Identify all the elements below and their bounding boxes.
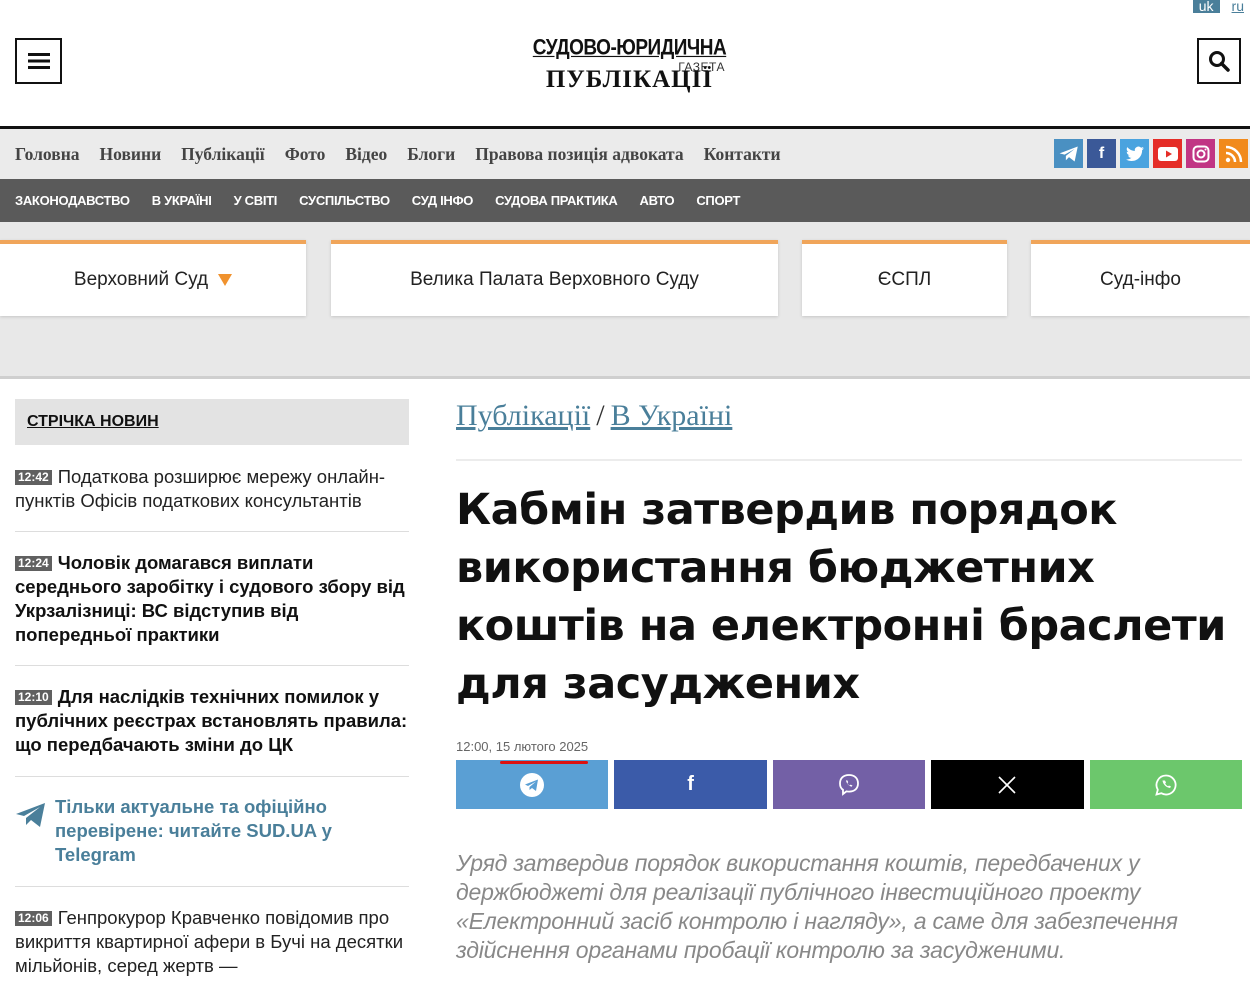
- tab-court-info[interactable]: Суд-інфо: [1031, 240, 1250, 316]
- news-headline: Для наслідків технічних помилок у публіч…: [15, 686, 408, 755]
- date-underline: [500, 761, 589, 764]
- breadcrumb-publications[interactable]: Публікації: [456, 399, 590, 432]
- tab-label: Велика Палата Верховного Суду: [410, 269, 699, 290]
- dropdown-triangle-icon: [218, 274, 233, 286]
- share-buttons: f: [456, 760, 1243, 809]
- share-viber-button[interactable]: [772, 760, 926, 809]
- news-headline: Генпрокурор Кравченко повідомив про викр…: [15, 907, 404, 976]
- article-date: 12:00, 15 лютого 2025: [456, 739, 589, 764]
- category-bar: ЗАКОНОДАВСТВО В УКРАЇНІ У СВІТІ СУСПІЛЬСТВО…: [0, 179, 1250, 222]
- telegram-promo-icon-wrap: [15, 795, 55, 867]
- social-links: f: [1054, 139, 1248, 168]
- twitter-icon[interactable]: [1120, 139, 1149, 168]
- share-telegram-button[interactable]: [456, 760, 609, 809]
- telegram-icon: [16, 803, 45, 827]
- category-item-4[interactable]: СУД ІНФО: [412, 193, 474, 208]
- telegram-icon: [520, 772, 545, 797]
- news-time: 12:24: [15, 556, 52, 571]
- news-feed-title[interactable]: СТРІЧКА НОВИН: [27, 413, 159, 431]
- telegram-icon[interactable]: [1054, 139, 1083, 168]
- news-headline: Чоловік домагався виплати середнього зар…: [15, 552, 405, 645]
- rss-icon[interactable]: [1219, 139, 1248, 168]
- tab-label: Верховний Суд: [73, 269, 209, 290]
- search-button[interactable]: [1197, 38, 1241, 84]
- tab-label: Суд-інфо: [1100, 269, 1181, 290]
- category-item-1[interactable]: В УКРАЇНІ: [152, 193, 212, 208]
- logo-line-2: ГАЗЕТА: [678, 60, 725, 74]
- news-item[interactable]: 12:06 Генпрокурор Кравченко повідомив про…: [15, 887, 409, 978]
- category-item-7[interactable]: СПОРТ: [696, 193, 740, 208]
- category-item-0[interactable]: ЗАКОНОДАВСТВО: [15, 193, 130, 208]
- tab-echr[interactable]: ЄСПЛ: [802, 240, 1007, 316]
- category-item-3[interactable]: СУСПІЛЬСТВО: [299, 193, 390, 208]
- news-time: 12:42: [15, 470, 52, 485]
- news-time: 12:10: [15, 690, 52, 705]
- site-logo[interactable]: СУДОВО-ЮРИДИЧНА ГАЗЕТА ПУБЛІКАЦІЇ: [532, 36, 727, 102]
- whatsapp-icon: [1155, 774, 1177, 796]
- news-item[interactable]: 12:10 Для наслідків технічних помилок у п…: [15, 666, 409, 777]
- nav-item-2[interactable]: Публікації: [181, 144, 265, 165]
- tab-grand-chamber[interactable]: Велика Палата Верховного Суду: [331, 240, 778, 316]
- nav-item-4[interactable]: Відео: [345, 144, 387, 165]
- court-tabs: Верховний Суд Велика Палата Верховного С…: [0, 222, 1250, 379]
- breadcrumb-separator: /: [596, 399, 605, 432]
- article-lead: Уряд затвердив порядок використання кошт…: [456, 850, 1178, 963]
- breadcrumb: Публікації / В Україні: [456, 399, 1242, 461]
- nav-item-7[interactable]: Контакти: [704, 144, 781, 165]
- share-facebook-button[interactable]: f: [614, 760, 767, 809]
- article-date-text: 12:00, 15 лютого 2025: [456, 739, 589, 754]
- news-item[interactable]: 12:24 Чоловік домагався виплати середньог…: [15, 532, 409, 666]
- breadcrumb-in-ukraine[interactable]: В Україні: [611, 399, 733, 432]
- viber-icon: [839, 773, 859, 796]
- facebook-icon: f: [687, 773, 694, 795]
- category-item-2[interactable]: У СВІТІ: [234, 193, 278, 208]
- news-headline: Податкова розширює мережу онлайн-пунктів…: [15, 466, 386, 511]
- news-feed-header: СТРІЧКА НОВИН: [15, 399, 409, 445]
- telegram-promo-text: Тільки актуальне та офіційно перевірене:…: [55, 796, 332, 865]
- x-icon: [998, 775, 1016, 794]
- category-item-5[interactable]: СУДОВА ПРАКТИКА: [495, 193, 618, 208]
- article: Публікації / В Україні Кабмін затвердив по…: [456, 399, 1243, 965]
- content-area: СТРІЧКА НОВИН 12:42 Податкова розширює ме…: [0, 379, 1250, 990]
- hamburger-icon: [27, 53, 50, 69]
- instagram-icon[interactable]: [1186, 139, 1215, 168]
- search-icon: [1209, 51, 1230, 72]
- article-title: Кабмін затвердив порядок використання бю…: [456, 485, 1226, 709]
- logo-line-1: СУДОВО-ЮРИДИЧНА: [532, 36, 727, 61]
- main-nav: Головна Новини Публікації Фото Відео Блоги Пра…: [0, 126, 1250, 179]
- nav-item-5[interactable]: Блоги: [407, 144, 455, 165]
- tab-label: ЄСПЛ: [877, 269, 932, 290]
- nav-item-6[interactable]: Правова позиція адвоката: [475, 144, 683, 165]
- youtube-icon[interactable]: [1153, 139, 1182, 168]
- nav-item-0[interactable]: Головна: [15, 144, 80, 165]
- share-whatsapp-button[interactable]: [1089, 760, 1243, 809]
- telegram-promo-link[interactable]: Тільки актуальне та офіційно перевірене:…: [15, 777, 409, 887]
- news-time: 12:06: [15, 911, 52, 926]
- news-feed-sidebar: СТРІЧКА НОВИН 12:42 Податкова розширює ме…: [15, 399, 409, 978]
- category-item-6[interactable]: АВТО: [640, 193, 675, 208]
- facebook-icon[interactable]: f: [1087, 139, 1116, 168]
- tab-supreme-court[interactable]: Верховний Суд: [0, 240, 306, 316]
- nav-item-3[interactable]: Фото: [285, 144, 326, 165]
- nav-item-1[interactable]: Новини: [100, 144, 162, 165]
- menu-button[interactable]: [15, 38, 62, 84]
- site-header: СУДОВО-ЮРИДИЧНА ГАЗЕТА ПУБЛІКАЦІЇ: [0, 0, 1250, 126]
- share-x-button[interactable]: [931, 760, 1084, 809]
- news-item[interactable]: 12:42 Податкова розширює мережу онлайн-пу…: [15, 445, 409, 532]
